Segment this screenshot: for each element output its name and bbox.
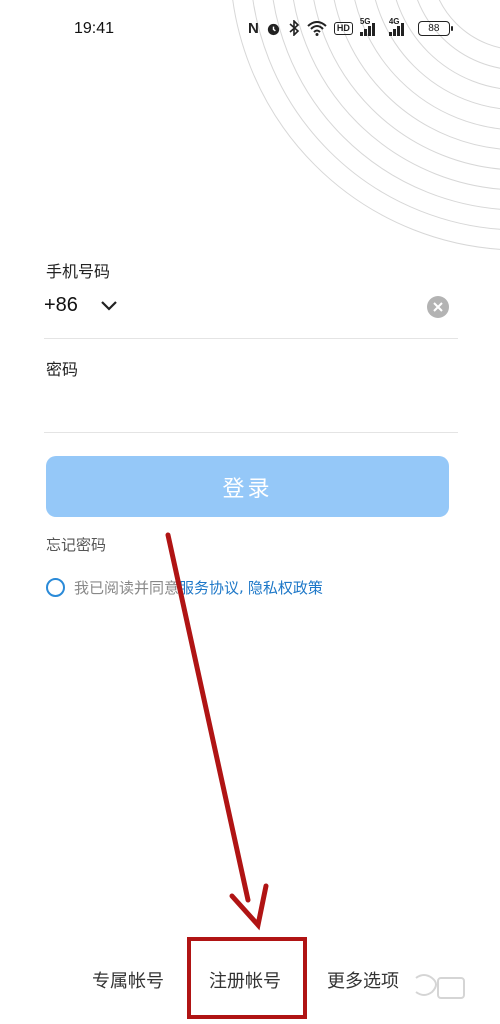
privacy-policy-link[interactable]: 隐私权政策	[248, 577, 323, 598]
signal-4g-icon: 4G	[388, 18, 411, 36]
phone-input-row[interactable]: +86	[44, 292, 458, 322]
watermark-logo	[415, 974, 465, 999]
agreement-separator: ,	[239, 578, 244, 596]
exclusive-account-button[interactable]: 专属帐号	[92, 967, 164, 993]
phone-label: 手机号码	[46, 262, 111, 281]
annotation-highlight-box	[187, 937, 307, 1019]
chevron-down-icon[interactable]	[98, 295, 120, 317]
password-input[interactable]	[44, 385, 458, 429]
battery-level: 88	[428, 22, 440, 34]
login-button[interactable]: 登录	[46, 456, 449, 517]
battery-icon: 88	[417, 20, 453, 36]
status-icons: N HD 5G 4G 88	[248, 18, 453, 37]
agreement-text: 我已阅读并同意	[74, 578, 180, 597]
bluetooth-icon	[288, 20, 300, 36]
signal-5g-icon: 5G	[359, 18, 382, 36]
wifi-icon	[307, 20, 327, 36]
service-agreement-link[interactable]: 服务协议	[179, 577, 239, 598]
password-divider	[44, 432, 458, 433]
status-time: 19:41	[74, 20, 115, 37]
hd-icon: HD	[333, 21, 353, 35]
close-icon	[433, 302, 443, 312]
nfc-icon: N	[248, 19, 259, 37]
password-label: 密码	[46, 360, 79, 379]
more-options-button[interactable]: 更多选项	[327, 967, 399, 993]
country-code-selector[interactable]: +86	[44, 294, 78, 317]
status-bar: 19:41 N HD 5G 4G 88	[0, 0, 500, 64]
agreement-checkbox[interactable]	[46, 577, 65, 597]
alarm-icon	[266, 21, 281, 36]
forgot-password-link[interactable]: 忘记密码	[46, 534, 106, 555]
agreement-row: 我已阅读并同意 服务协议 , 隐私权政策	[46, 576, 323, 598]
phone-divider	[44, 338, 458, 339]
clear-input-button[interactable]	[427, 296, 449, 318]
